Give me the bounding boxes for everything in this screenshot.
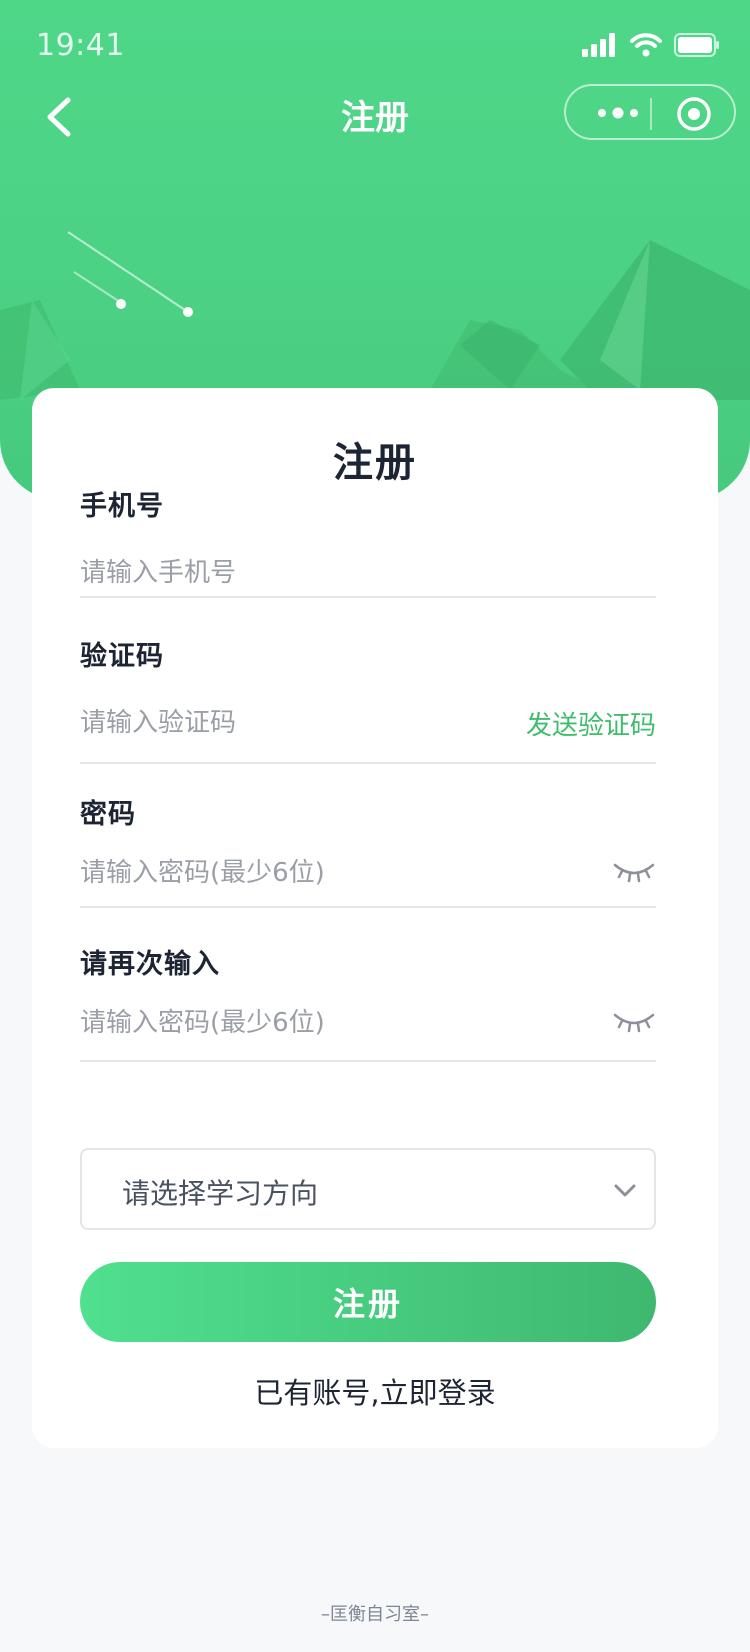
confirm-password-field: 请再次输入: [80, 942, 656, 1062]
battery-icon: [674, 33, 719, 57]
chevron-down-icon: [614, 1184, 636, 1197]
code-divider: [80, 762, 656, 764]
wifi-icon: [630, 33, 662, 57]
status-icons: [582, 30, 720, 60]
card-title: 注册: [333, 440, 417, 486]
phone-label: 手机号: [80, 491, 164, 522]
confirm-password-divider: [80, 1060, 656, 1062]
eye-closed-icon[interactable]: [612, 859, 656, 885]
code-label: 验证码: [80, 641, 164, 672]
register-button[interactable]: 注册: [80, 1262, 656, 1342]
password-input[interactable]: [80, 843, 500, 903]
more-icon: [598, 107, 638, 119]
close-mini-program-button[interactable]: [676, 96, 712, 132]
send-code-button[interactable]: 发送验证码: [526, 705, 656, 742]
phone-divider: [80, 596, 656, 598]
password-label: 密码: [80, 799, 136, 830]
password-divider: [80, 906, 656, 908]
code-row: 发送验证码: [80, 693, 656, 753]
confirm-password-row: [80, 993, 656, 1053]
select-placeholder: 请选择学习方向: [122, 1177, 319, 1210]
target-icon: [677, 97, 711, 131]
phone-field: 手机号: [80, 484, 656, 603]
register-card: 注册 手机号 验证码 发送验证码 密码: [32, 388, 718, 1448]
password-row: [80, 843, 656, 903]
signal-icon: [582, 33, 615, 57]
footer-brand: –匡衡自习室–: [321, 1604, 429, 1625]
status-bar: 19:41: [0, 0, 750, 88]
login-link[interactable]: 已有账号,立即登录: [32, 1370, 718, 1412]
status-time: 19:41: [36, 28, 125, 63]
code-input[interactable]: [80, 693, 500, 753]
study-direction-select[interactable]: 请选择学习方向: [80, 1148, 656, 1230]
phone-row: [80, 543, 656, 603]
more-button[interactable]: [592, 102, 648, 124]
password-field: 密码: [80, 792, 656, 908]
capsule-divider: [650, 98, 652, 130]
code-field: 验证码 发送验证码: [80, 634, 656, 764]
mini-program-capsule: [564, 84, 736, 140]
confirm-password-label: 请再次输入: [80, 949, 220, 980]
confirm-password-input[interactable]: [80, 993, 500, 1053]
eye-closed-icon[interactable]: [612, 1009, 656, 1035]
navigation-bar: 注册: [0, 78, 750, 150]
phone-input[interactable]: [80, 543, 500, 603]
